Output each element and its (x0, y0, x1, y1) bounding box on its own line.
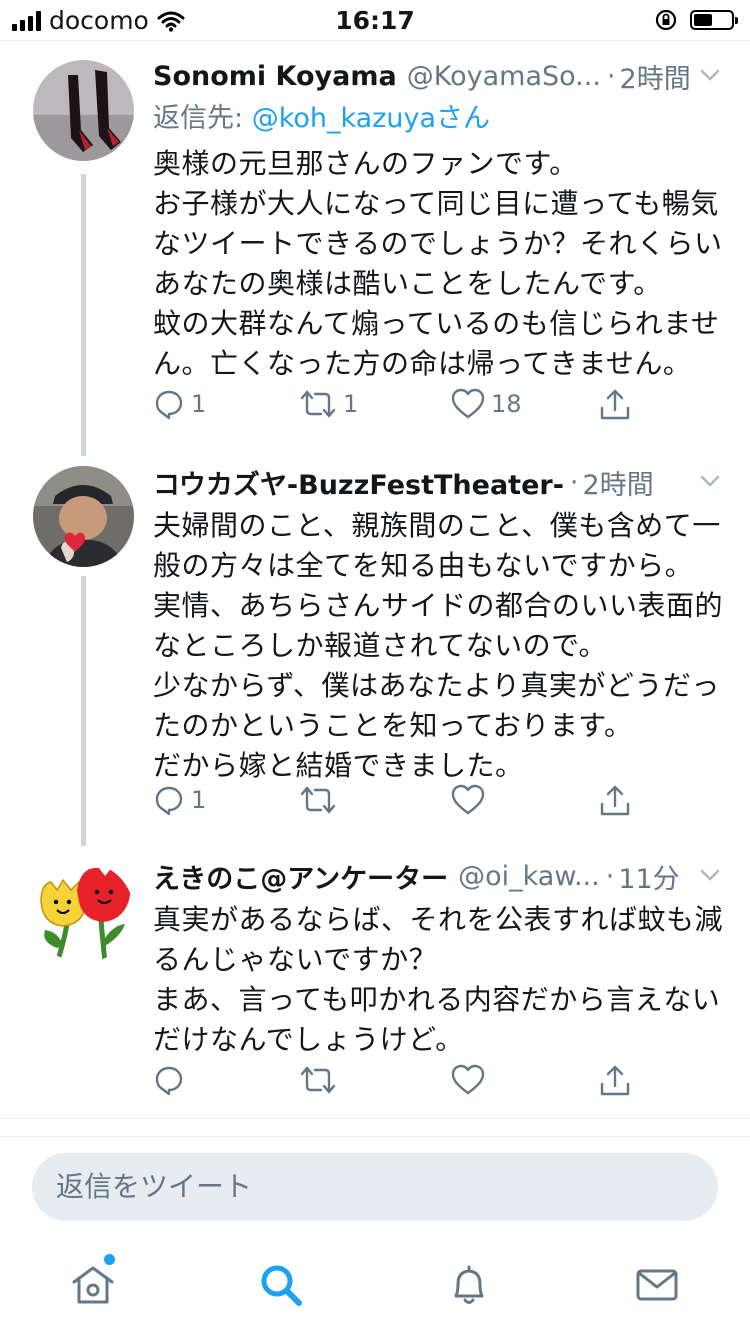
like-count: 18 (491, 390, 522, 418)
heart-icon (451, 1064, 485, 1095)
avatar[interactable] (33, 466, 134, 567)
clock: 16:17 (335, 6, 415, 35)
heart-icon (451, 784, 485, 815)
author-name[interactable]: Sonomi Koyama (153, 61, 397, 92)
reply-button[interactable]: 1 (153, 784, 206, 816)
heart-icon (451, 388, 485, 419)
tweet[interactable]: コウカズヤ-BuzzFestTheater- · 2時間 夫婦間のこと、親族間の… (0, 462, 750, 846)
share-button[interactable] (599, 784, 631, 818)
reply-icon (155, 786, 183, 816)
tweet[interactable]: Sonomi Koyama @KoyamaSo... · 2時間 返信先: @k… (0, 56, 750, 456)
avatar[interactable] (33, 862, 134, 963)
thread-line (81, 174, 86, 456)
tweet-header: Sonomi Koyama @KoyamaSo... · 2時間 (153, 56, 723, 96)
retweet-button[interactable]: 1 (299, 388, 358, 420)
tweet-header: コウカズヤ-BuzzFestTheater- · 2時間 (153, 462, 723, 502)
reply-to: 返信先: @koh_kazuyaさん (153, 103, 491, 134)
tweet-actions: 1 (153, 784, 643, 824)
share-button[interactable] (599, 388, 631, 422)
tweet-time: 11分 (618, 863, 680, 895)
battery-icon (690, 10, 738, 30)
tweet-text: 奥様の元旦那さんのファンです。 お子様が大人になって同じ目に遭っても暢気なツイー… (153, 147, 723, 380)
search-icon[interactable] (256, 1260, 306, 1310)
retweet-button[interactable] (299, 784, 343, 816)
bell-icon[interactable] (444, 1260, 494, 1310)
like-button[interactable]: 18 (451, 388, 522, 420)
orientation-lock-icon (655, 9, 677, 31)
author-handle[interactable]: @KoyamaSo... (407, 61, 601, 92)
share-icon (600, 1065, 630, 1096)
mail-icon[interactable] (632, 1260, 682, 1310)
retweet-count: 1 (343, 390, 359, 418)
tweet[interactable]: えきのこ@アンケーター @oi_kaw... · 11分 真実があるならば、それ… (0, 856, 750, 1116)
reply-to-user-link[interactable]: @koh_kazuyaさん (252, 103, 490, 134)
retweet-icon (300, 390, 336, 418)
tweet-actions: 1 1 18 (153, 388, 643, 428)
home-icon[interactable] (68, 1260, 118, 1310)
reply-count: 1 (191, 390, 207, 418)
reply-button[interactable]: 1 (153, 388, 206, 420)
avatar[interactable] (33, 60, 134, 161)
new-content-dot (104, 1254, 115, 1265)
status-bar: docomo 16:17 (0, 0, 750, 40)
tweet-actions (153, 1064, 643, 1104)
tweet-header: えきのこ@アンケーター @oi_kaw... · 11分 (153, 856, 723, 896)
chevron-down-icon[interactable] (697, 62, 723, 88)
reply-icon (155, 1066, 183, 1096)
header-divider (0, 40, 750, 41)
reply-button[interactable] (153, 1064, 191, 1096)
tweet-time: 2時間 (582, 469, 654, 501)
share-button[interactable] (599, 1064, 631, 1098)
retweet-button[interactable] (299, 1064, 343, 1096)
like-button[interactable] (451, 784, 491, 816)
author-name[interactable]: コウカズヤ-BuzzFestTheater- (153, 463, 564, 502)
retweet-icon (300, 1066, 336, 1094)
share-icon (600, 785, 630, 816)
thread-line (81, 576, 86, 846)
chevron-down-icon[interactable] (697, 468, 723, 494)
like-button[interactable] (451, 1064, 491, 1096)
author-handle[interactable]: @oi_kaw... (458, 861, 600, 892)
reply-icon (155, 390, 183, 420)
chevron-down-icon[interactable] (697, 862, 723, 888)
reply-composer: 返信をツイート (0, 1136, 750, 1247)
tweet-text: 真実があるならば、それを公表すれば蚊も減るんじゃないですか？ まあ、言っても叩か… (153, 903, 724, 1056)
reply-count: 1 (191, 786, 207, 814)
reply-input[interactable]: 返信をツイート (32, 1153, 718, 1221)
tweet-time: 2時間 (619, 63, 691, 95)
tweet-text: 夫婦間のこと、親族間のこと、僕も含めて一般の方々は全てを知る由もないですから。 … (153, 509, 724, 782)
retweet-icon (300, 786, 336, 814)
share-icon (600, 389, 630, 420)
author-name[interactable]: えきのこ@アンケーター (153, 857, 448, 896)
divider (0, 1118, 750, 1119)
